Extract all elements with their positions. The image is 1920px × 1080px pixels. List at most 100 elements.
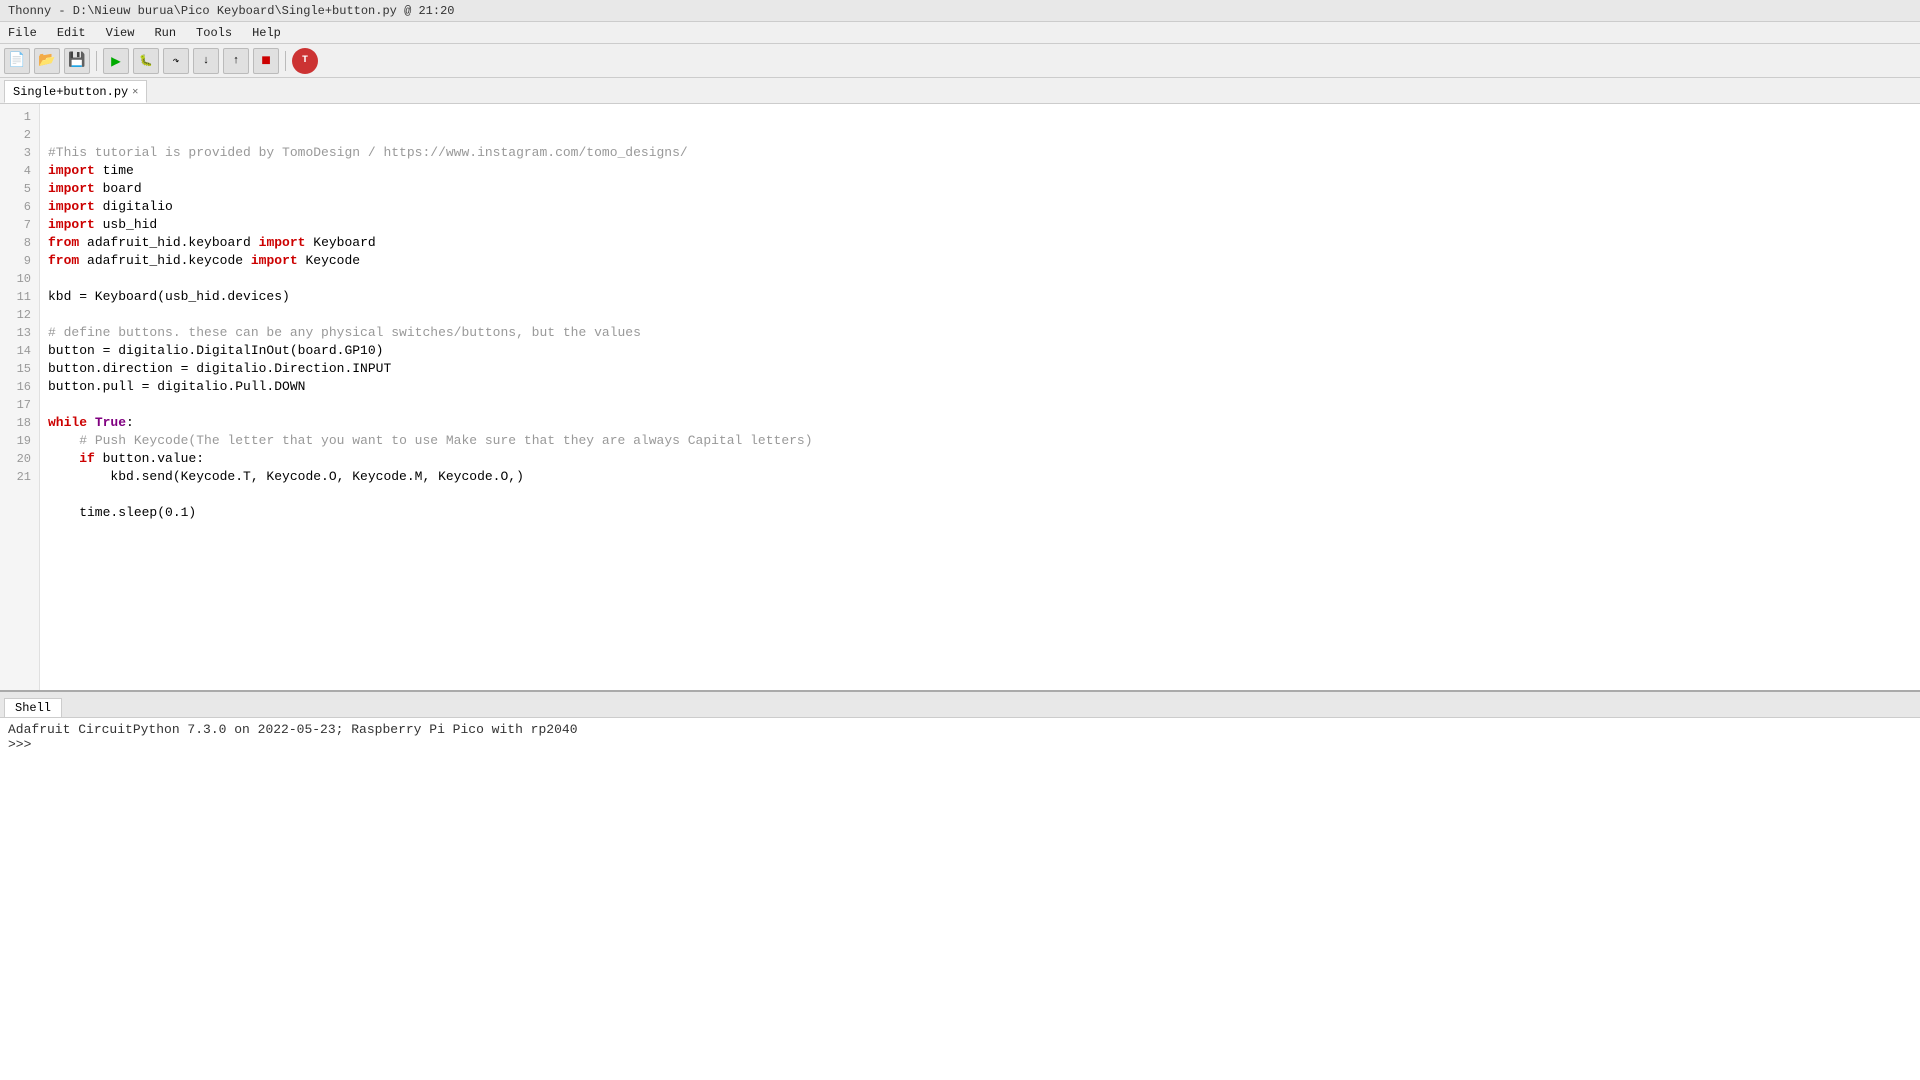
line-number: 2 — [0, 126, 39, 144]
editor-tab[interactable]: Single+button.py ✕ — [4, 80, 147, 103]
code-token: from — [48, 253, 79, 268]
tab-close-icon[interactable]: ✕ — [132, 86, 138, 98]
step-into-button[interactable]: ↓ — [193, 48, 219, 74]
code-token: import — [48, 163, 95, 178]
toolbar-sep-2 — [285, 51, 286, 71]
menu-bar: File Edit View Run Tools Help — [0, 22, 1920, 44]
code-token: usb_hid — [95, 217, 157, 232]
shell-content[interactable]: Adafruit CircuitPython 7.3.0 on 2022-05-… — [0, 718, 1920, 1080]
line-numbers: 123456789101112131415161718192021 — [0, 104, 40, 690]
line-number: 9 — [0, 252, 39, 270]
code-line: # define buttons. these can be any physi… — [48, 324, 1912, 342]
menu-edit[interactable]: Edit — [53, 25, 90, 41]
code-token — [87, 415, 95, 430]
run-button[interactable]: ▶ — [103, 48, 129, 74]
line-number: 10 — [0, 270, 39, 288]
code-line: import usb_hid — [48, 216, 1912, 234]
code-line — [48, 306, 1912, 324]
open-button[interactable]: 📂 — [34, 48, 60, 74]
toolbar-sep-1 — [96, 51, 97, 71]
line-number: 17 — [0, 396, 39, 414]
code-token: button.value: — [95, 451, 204, 466]
code-token: board — [95, 181, 142, 196]
code-line: import board — [48, 180, 1912, 198]
code-line: kbd = Keyboard(usb_hid.devices) — [48, 288, 1912, 306]
main-area: 123456789101112131415161718192021 #This … — [0, 104, 1920, 1080]
line-number: 3 — [0, 144, 39, 162]
code-line: button.pull = digitalio.Pull.DOWN — [48, 378, 1912, 396]
line-number: 8 — [0, 234, 39, 252]
step-out-button[interactable]: ↑ — [223, 48, 249, 74]
menu-run[interactable]: Run — [150, 25, 180, 41]
code-token: Keyboard — [305, 235, 375, 250]
code-token: kbd.send(Keycode.T, Keycode.O, Keycode.M… — [48, 469, 524, 484]
line-number: 11 — [0, 288, 39, 306]
code-line: #This tutorial is provided by TomoDesign… — [48, 144, 1912, 162]
code-token: while — [48, 415, 87, 430]
shell-tab-label: Shell — [15, 701, 51, 715]
new-button[interactable]: 📄 — [4, 48, 30, 74]
title-text: Thonny - D:\Nieuw burua\Pico Keyboard\Si… — [8, 4, 454, 18]
line-number: 7 — [0, 216, 39, 234]
line-number: 19 — [0, 432, 39, 450]
line-number: 6 — [0, 198, 39, 216]
code-line: if button.value: — [48, 450, 1912, 468]
code-token: if — [79, 451, 95, 466]
menu-tools[interactable]: Tools — [192, 25, 236, 41]
code-line — [48, 486, 1912, 504]
code-token: button.direction = digitalio.Direction.I… — [48, 361, 391, 376]
code-token: # define buttons. these can be any physi… — [48, 325, 641, 340]
save-button[interactable]: 💾 — [64, 48, 90, 74]
code-token: import — [48, 199, 95, 214]
code-line: kbd.send(Keycode.T, Keycode.O, Keycode.M… — [48, 468, 1912, 486]
shell-panel: Shell Adafruit CircuitPython 7.3.0 on 20… — [0, 690, 1920, 1080]
code-token: time.sleep(0.1) — [48, 505, 196, 520]
code-token: time — [95, 163, 134, 178]
line-number: 4 — [0, 162, 39, 180]
code-token: adafruit_hid.keyboard — [79, 235, 258, 250]
code-token: import — [251, 253, 298, 268]
code-token: button.pull = digitalio.Pull.DOWN — [48, 379, 305, 394]
code-token: : — [126, 415, 134, 430]
line-number: 5 — [0, 180, 39, 198]
menu-view[interactable]: View — [102, 25, 139, 41]
code-token: Keycode — [298, 253, 360, 268]
line-number: 13 — [0, 324, 39, 342]
tab-bar: Single+button.py ✕ — [0, 78, 1920, 104]
code-line: button = digitalio.DigitalInOut(board.GP… — [48, 342, 1912, 360]
code-content[interactable]: #This tutorial is provided by TomoDesign… — [40, 104, 1920, 690]
step-over-button[interactable]: ↷ — [163, 48, 189, 74]
shell-tab[interactable]: Shell — [4, 698, 62, 717]
thonny-logo: T — [292, 48, 318, 74]
line-number: 18 — [0, 414, 39, 432]
code-line: # Push Keycode(The letter that you want … — [48, 432, 1912, 450]
toolbar: 📄 📂 💾 ▶ 🐛 ↷ ↓ ↑ ■ T — [0, 44, 1920, 78]
code-token — [48, 433, 79, 448]
code-token: digitalio — [95, 199, 173, 214]
code-line — [48, 396, 1912, 414]
shell-prompt-line: >>> — [8, 737, 1912, 752]
tab-label: Single+button.py — [13, 85, 128, 99]
code-line: button.direction = digitalio.Direction.I… — [48, 360, 1912, 378]
code-token: from — [48, 235, 79, 250]
line-number: 21 — [0, 468, 39, 486]
line-number: 14 — [0, 342, 39, 360]
menu-file[interactable]: File — [4, 25, 41, 41]
stop-button[interactable]: ■ — [253, 48, 279, 74]
code-token: import — [259, 235, 306, 250]
code-token: kbd = Keyboard(usb_hid.devices) — [48, 289, 290, 304]
shell-tab-bar: Shell — [0, 692, 1920, 718]
debug-button[interactable]: 🐛 — [133, 48, 159, 74]
menu-help[interactable]: Help — [248, 25, 285, 41]
code-token: True — [95, 415, 126, 430]
code-token: #This tutorial is provided by TomoDesign… — [48, 145, 688, 160]
shell-info-line: Adafruit CircuitPython 7.3.0 on 2022-05-… — [8, 722, 1912, 737]
code-line: from adafruit_hid.keyboard import Keyboa… — [48, 234, 1912, 252]
code-line: while True: — [48, 414, 1912, 432]
code-editor[interactable]: 123456789101112131415161718192021 #This … — [0, 104, 1920, 690]
line-number: 20 — [0, 450, 39, 468]
code-token: import — [48, 181, 95, 196]
code-token: # Push Keycode(The letter that you want … — [79, 433, 812, 448]
code-line: import digitalio — [48, 198, 1912, 216]
title-bar: Thonny - D:\Nieuw burua\Pico Keyboard\Si… — [0, 0, 1920, 22]
